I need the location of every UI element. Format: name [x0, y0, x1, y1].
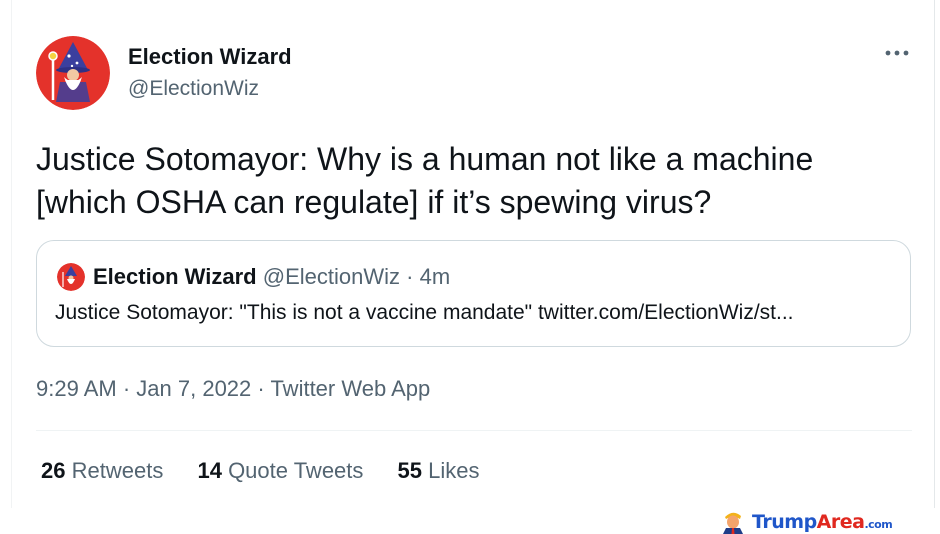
author-handle[interactable]: @ElectionWiz: [128, 77, 259, 101]
meta-separator: ·: [122, 376, 131, 401]
wizard-avatar-icon: [57, 263, 85, 291]
watermark-text: TrumpArea.com: [752, 511, 893, 533]
likes-count: 55: [397, 458, 423, 483]
tweet-date[interactable]: Jan 7, 2022: [136, 376, 251, 401]
quoted-tweet[interactable]: Election Wizard @ElectionWiz · 4m Justic…: [36, 240, 911, 347]
watermark-area: Area: [816, 511, 865, 533]
likes-label: Likes: [428, 458, 480, 483]
trump-caricature-icon: [723, 512, 743, 534]
retweets-stat[interactable]: 26 Retweets: [41, 458, 163, 484]
tweet-meta: 9:29 AM · Jan 7, 2022 · Twitter Web App: [36, 376, 430, 402]
retweets-count: 26: [41, 458, 66, 483]
quote-separator: ·: [406, 264, 414, 289]
quote-time[interactable]: 4m: [420, 264, 451, 289]
quote-text: Justice Sotomayor: "This is not a vaccin…: [55, 301, 794, 324]
meta-separator: ·: [257, 376, 265, 401]
likes-stat[interactable]: 55 Likes: [398, 458, 480, 484]
author-name[interactable]: Election Wizard: [128, 44, 292, 70]
quote-author-name[interactable]: Election Wizard: [93, 264, 257, 289]
quote-tweets-count: 14: [197, 458, 222, 483]
more-horizontal-icon: [885, 50, 909, 56]
tweet-source-app[interactable]: Twitter Web App: [270, 376, 430, 401]
quote-tweets-label: Quote Tweets: [228, 458, 364, 483]
tweet-text: Justice Sotomayor: Why is a human not li…: [36, 141, 814, 220]
quote-author-handle[interactable]: @ElectionWiz: [263, 264, 400, 289]
quote-author-avatar[interactable]: [57, 263, 85, 291]
retweets-label: Retweets: [71, 458, 164, 483]
quote-header: Election Wizard @ElectionWiz · 4m: [93, 264, 450, 290]
tweet-stats: 26 Retweets 14 Quote Tweets 55 Likes: [41, 458, 508, 484]
quote-tweets-stat[interactable]: 14 Quote Tweets: [197, 458, 363, 484]
watermark-trump: Trump: [752, 511, 817, 533]
tweet-time[interactable]: 9:29 AM: [36, 376, 117, 401]
author-avatar[interactable]: [36, 36, 110, 110]
more-options-button[interactable]: [882, 40, 912, 66]
watermark-com: .com: [864, 518, 893, 531]
wizard-avatar-icon: [36, 36, 110, 110]
divider: [36, 430, 912, 431]
